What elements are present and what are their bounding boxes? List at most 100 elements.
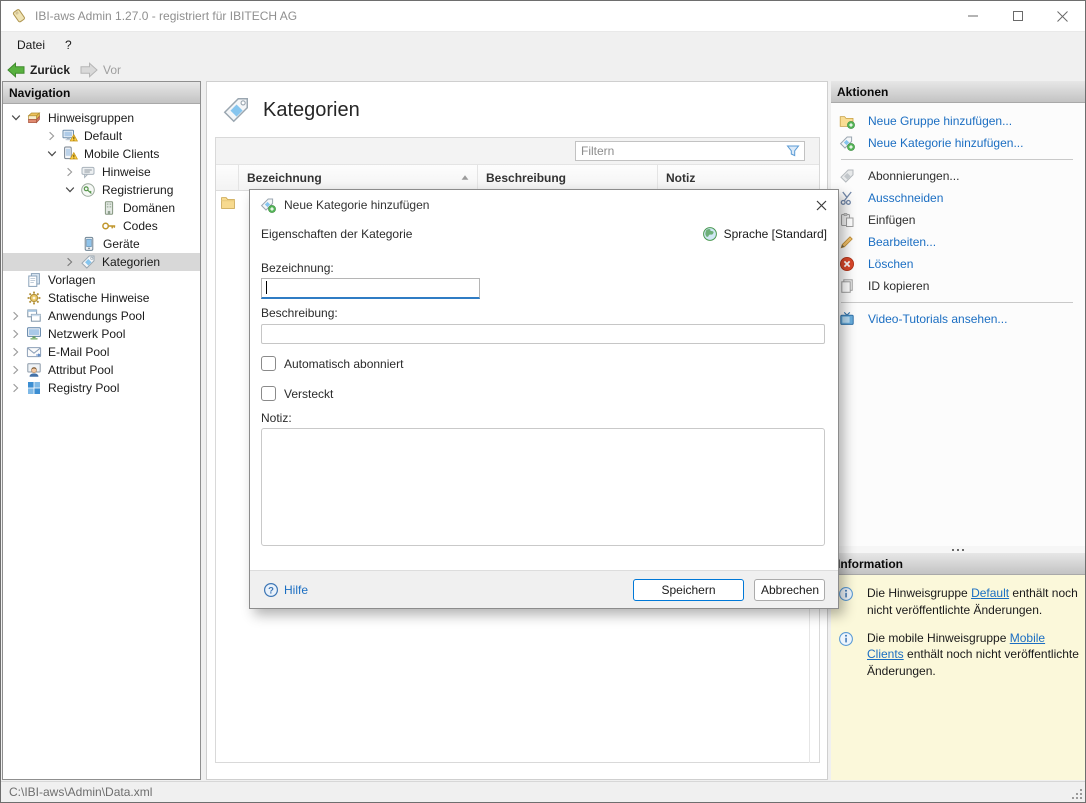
auto-abonniert-checkbox[interactable] xyxy=(261,356,276,371)
action-einfuegen[interactable]: Einfügen xyxy=(839,209,1085,231)
nav-item-anwendungs-pool[interactable]: Anwendungs Pool xyxy=(3,307,200,325)
nav-item-statische-hinweise[interactable]: Statische Hinweise xyxy=(3,289,200,307)
save-button[interactable]: Speichern xyxy=(633,579,744,601)
chevron-right-icon[interactable] xyxy=(11,329,21,339)
column-header-notiz[interactable]: Notiz xyxy=(658,165,819,190)
info-icon xyxy=(838,631,854,647)
nav-item-codes[interactable]: Codes xyxy=(3,217,200,235)
dialog-close-button[interactable] xyxy=(814,198,829,213)
person-icon xyxy=(26,362,42,378)
help-link[interactable]: ? Hilfe xyxy=(263,582,308,598)
separator xyxy=(841,302,1073,303)
action-video-tutorials[interactable]: Video-Tutorials ansehen... xyxy=(839,308,1085,330)
nav-item-hinweise[interactable]: Hinweise xyxy=(3,163,200,181)
minimize-button[interactable] xyxy=(950,1,995,31)
action-loeschen[interactable]: Löschen xyxy=(839,253,1085,275)
cancel-button[interactable]: Abbrechen xyxy=(754,579,825,601)
back-label: Zurück xyxy=(30,63,70,77)
titlebar: IBI-aws Admin 1.27.0 - registriert für I… xyxy=(1,1,1085,32)
beschreibung-input[interactable] xyxy=(262,325,824,343)
funnel-icon[interactable] xyxy=(785,143,801,159)
action-ausschneiden[interactable]: Ausschneiden xyxy=(839,187,1085,209)
action-id-kopieren[interactable]: ID kopieren xyxy=(839,275,1085,297)
action-list: Neue Gruppe hinzufügen... Neue Kategorie… xyxy=(831,103,1085,330)
close-icon xyxy=(1057,11,1068,22)
close-button[interactable] xyxy=(1040,1,1085,31)
folder-plus-icon xyxy=(839,113,855,129)
statusbar-path: C:\IBI-aws\Admin\Data.xml xyxy=(9,785,152,799)
notiz-textarea[interactable] xyxy=(261,428,825,546)
bezeichnung-field-wrap xyxy=(261,278,480,299)
nav-item-hinweisgruppen[interactable]: Hinweisgruppen xyxy=(3,109,200,127)
action-neue-gruppe[interactable]: Neue Gruppe hinzufügen... xyxy=(839,110,1085,132)
tag-plus-icon xyxy=(839,135,855,151)
chevron-right-icon[interactable] xyxy=(65,167,75,177)
splitter-dot xyxy=(957,549,959,551)
chevron-down-icon[interactable] xyxy=(47,149,57,159)
forward-button[interactable]: Vor xyxy=(80,62,121,78)
nav-item-default[interactable]: Default xyxy=(3,127,200,145)
chevron-right-icon[interactable] xyxy=(65,257,75,267)
dialog-footer: ? Hilfe Speichern Abbrechen xyxy=(250,570,838,608)
panel-splitter[interactable] xyxy=(831,546,1085,553)
beschreibung-field-wrap xyxy=(261,324,825,344)
splitter-dot xyxy=(952,549,954,551)
nav-item-kategorien[interactable]: Kategorien xyxy=(3,253,200,271)
column-header-beschreibung[interactable]: Beschreibung xyxy=(478,165,658,190)
nav-item-registrierung[interactable]: Registrierung xyxy=(3,181,200,199)
column-label: Bezeichnung xyxy=(247,171,322,185)
action-neue-kategorie[interactable]: Neue Kategorie hinzufügen... xyxy=(839,132,1085,154)
menu-datei[interactable]: Datei xyxy=(7,35,55,55)
nav-item-netzwerk-pool[interactable]: Netzwerk Pool xyxy=(3,325,200,343)
auto-abonniert-row: Automatisch abonniert xyxy=(261,356,403,371)
menubar: Datei ? xyxy=(1,32,1085,58)
chevron-down-icon[interactable] xyxy=(11,113,21,123)
action-bearbeiten[interactable]: Bearbeiten... xyxy=(839,231,1085,253)
bezeichnung-input[interactable] xyxy=(262,279,479,297)
column-header-bezeichnung[interactable]: Bezeichnung xyxy=(239,165,478,190)
content-title: Kategorien xyxy=(207,82,827,125)
filter-box xyxy=(575,141,805,161)
chevron-right-icon[interactable] xyxy=(11,347,21,357)
info-item-default: Die Hinweisgruppe Default enthält noch n… xyxy=(838,585,1079,619)
navigation-panel: Navigation Hinweisgruppen xyxy=(2,81,201,780)
globe-icon xyxy=(702,226,718,242)
maximize-button[interactable] xyxy=(995,1,1040,31)
nav-label: Hinweise xyxy=(102,165,151,179)
notiz-label: Notiz: xyxy=(261,411,292,425)
minimize-icon xyxy=(968,11,978,21)
nav-item-vorlagen[interactable]: Vorlagen xyxy=(3,271,200,289)
action-abonnierungen[interactable]: Abonnierungen... xyxy=(839,165,1085,187)
app-window: IBI-aws Admin 1.27.0 - registriert für I… xyxy=(0,0,1086,803)
info-text: Die Hinweisgruppe Default enthält noch n… xyxy=(867,585,1079,619)
network-monitor-icon xyxy=(26,326,42,342)
link-default[interactable]: Default xyxy=(971,586,1009,600)
menu-help[interactable]: ? xyxy=(55,35,82,55)
chevron-down-icon[interactable] xyxy=(65,185,75,195)
action-label: Einfügen xyxy=(868,213,915,227)
domain-server-icon xyxy=(101,200,117,216)
filter-input[interactable] xyxy=(576,144,785,158)
pencil-icon xyxy=(839,234,855,250)
chevron-right-icon[interactable] xyxy=(11,365,21,375)
nav-item-attribut-pool[interactable]: Attribut Pool xyxy=(3,361,200,379)
chevron-right-icon[interactable] xyxy=(11,311,21,321)
nav-item-registry-pool[interactable]: Registry Pool xyxy=(3,379,200,397)
key-icon xyxy=(101,218,117,234)
chevron-right-icon[interactable] xyxy=(47,131,57,141)
resize-grip[interactable] xyxy=(1070,787,1083,800)
column-header-icon[interactable] xyxy=(216,165,239,190)
nav-item-geraete[interactable]: Geräte xyxy=(3,235,200,253)
nav-label: Geräte xyxy=(103,237,140,251)
back-button[interactable]: Zurück xyxy=(7,62,70,78)
nav-item-mobile-clients[interactable]: Mobile Clients xyxy=(3,145,200,163)
chevron-right-icon[interactable] xyxy=(11,383,21,393)
nav-item-email-pool[interactable]: E-Mail Pool xyxy=(3,343,200,361)
language-selector[interactable]: Sprache [Standard] xyxy=(702,226,827,242)
versteckt-checkbox[interactable] xyxy=(261,386,276,401)
forward-arrow-icon xyxy=(80,62,98,78)
tag-plus-icon xyxy=(260,197,276,213)
sort-ascending-icon xyxy=(461,174,469,181)
paste-icon xyxy=(839,212,855,228)
nav-item-domaenen[interactable]: Domänen xyxy=(3,199,200,217)
